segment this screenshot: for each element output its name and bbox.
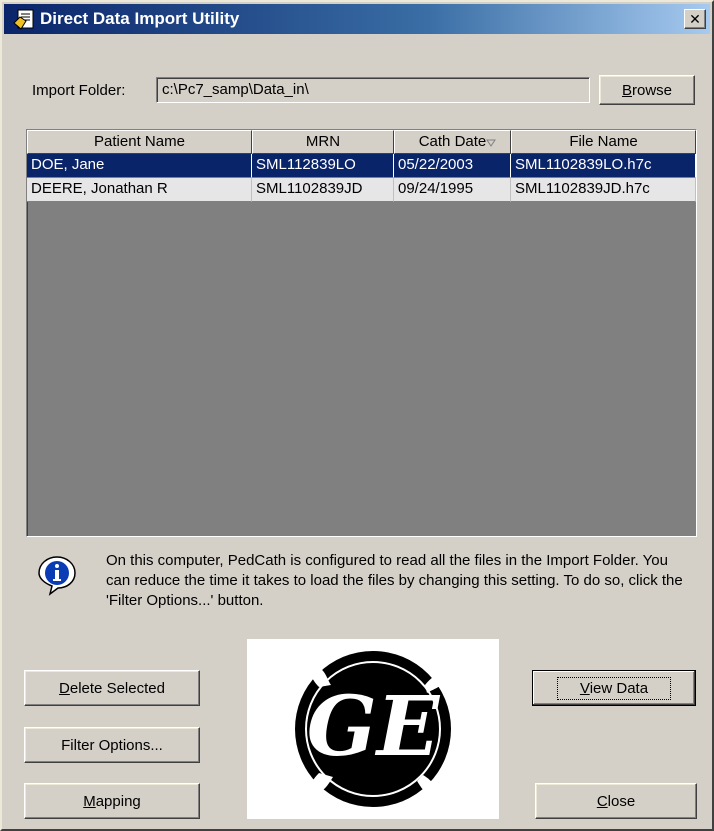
browse-button[interactable]: Browse [599,75,695,105]
col-header-patient-name[interactable]: Patient Name [27,130,252,154]
close-accesskey: C [596,792,608,810]
import-folder-label: Import Folder: [32,82,126,99]
cell-mrn: SML1102839JD [252,178,394,202]
view-accesskey: V [579,679,590,697]
delete-label: elete Selected [69,679,165,697]
close-label: lose [607,792,636,810]
filter-options-button[interactable]: Filter Options... [24,727,200,763]
window-title: Direct Data Import Utility [40,9,240,28]
cell-patient-name: DOE, Jane [27,154,252,178]
delete-selected-button[interactable]: Delete Selected [24,670,200,706]
ge-logo: GE [247,639,499,819]
mapping-button[interactable]: Mapping [24,783,200,819]
view-data-label: iew Data [589,679,649,697]
info-message: On this computer, PedCath is configured … [106,552,683,609]
ge-logo-text: GE [307,679,441,775]
cath-date-header-label: Cath Date [418,133,487,150]
cell-patient-name: DEERE, Jonathan R [27,178,252,202]
col-header-mrn[interactable]: MRN [252,130,394,154]
col-header-file-name[interactable]: File Name [511,130,696,154]
dialog-window: Direct Data Import Utility ✕ Import Fold… [0,0,714,831]
patient-grid[interactable]: Patient Name MRN Cath Date File Name DOE… [26,129,697,537]
title-bar[interactable]: Direct Data Import Utility ✕ [4,4,710,34]
close-window-button[interactable]: ✕ [684,9,706,29]
sort-desc-icon [486,139,496,147]
table-row[interactable]: DEERE, Jonathan R SML1102839JD 09/24/199… [27,178,696,202]
view-data-button[interactable]: View Data [532,670,696,706]
import-folder-field[interactable]: c:\Pc7_samp\Data_in\ [156,77,590,103]
grid-header: Patient Name MRN Cath Date File Name [27,130,696,154]
mapping-label: apping [95,792,141,810]
close-button[interactable]: Close [535,783,697,819]
cell-mrn: SML112839LO [252,154,394,178]
browse-label: rowse [632,81,673,99]
app-icon [12,7,36,31]
cell-cath-date: 05/22/2003 [394,154,511,178]
col-header-cath-date[interactable]: Cath Date [394,130,511,154]
table-row[interactable]: DOE, Jane SML112839LO 05/22/2003 SML1102… [27,154,696,178]
mapping-accesskey: M [83,792,96,810]
filter-options-label: Filter Options... [61,736,163,754]
delete-accesskey: D [59,679,70,697]
info-icon [36,554,78,596]
browse-accesskey: B [621,81,632,99]
cell-file-name: SML1102839LO.h7c [511,154,696,178]
cell-cath-date: 09/24/1995 [394,178,511,202]
view-data-focus: View Data [556,676,672,700]
cell-file-name: SML1102839JD.h7c [511,178,696,202]
